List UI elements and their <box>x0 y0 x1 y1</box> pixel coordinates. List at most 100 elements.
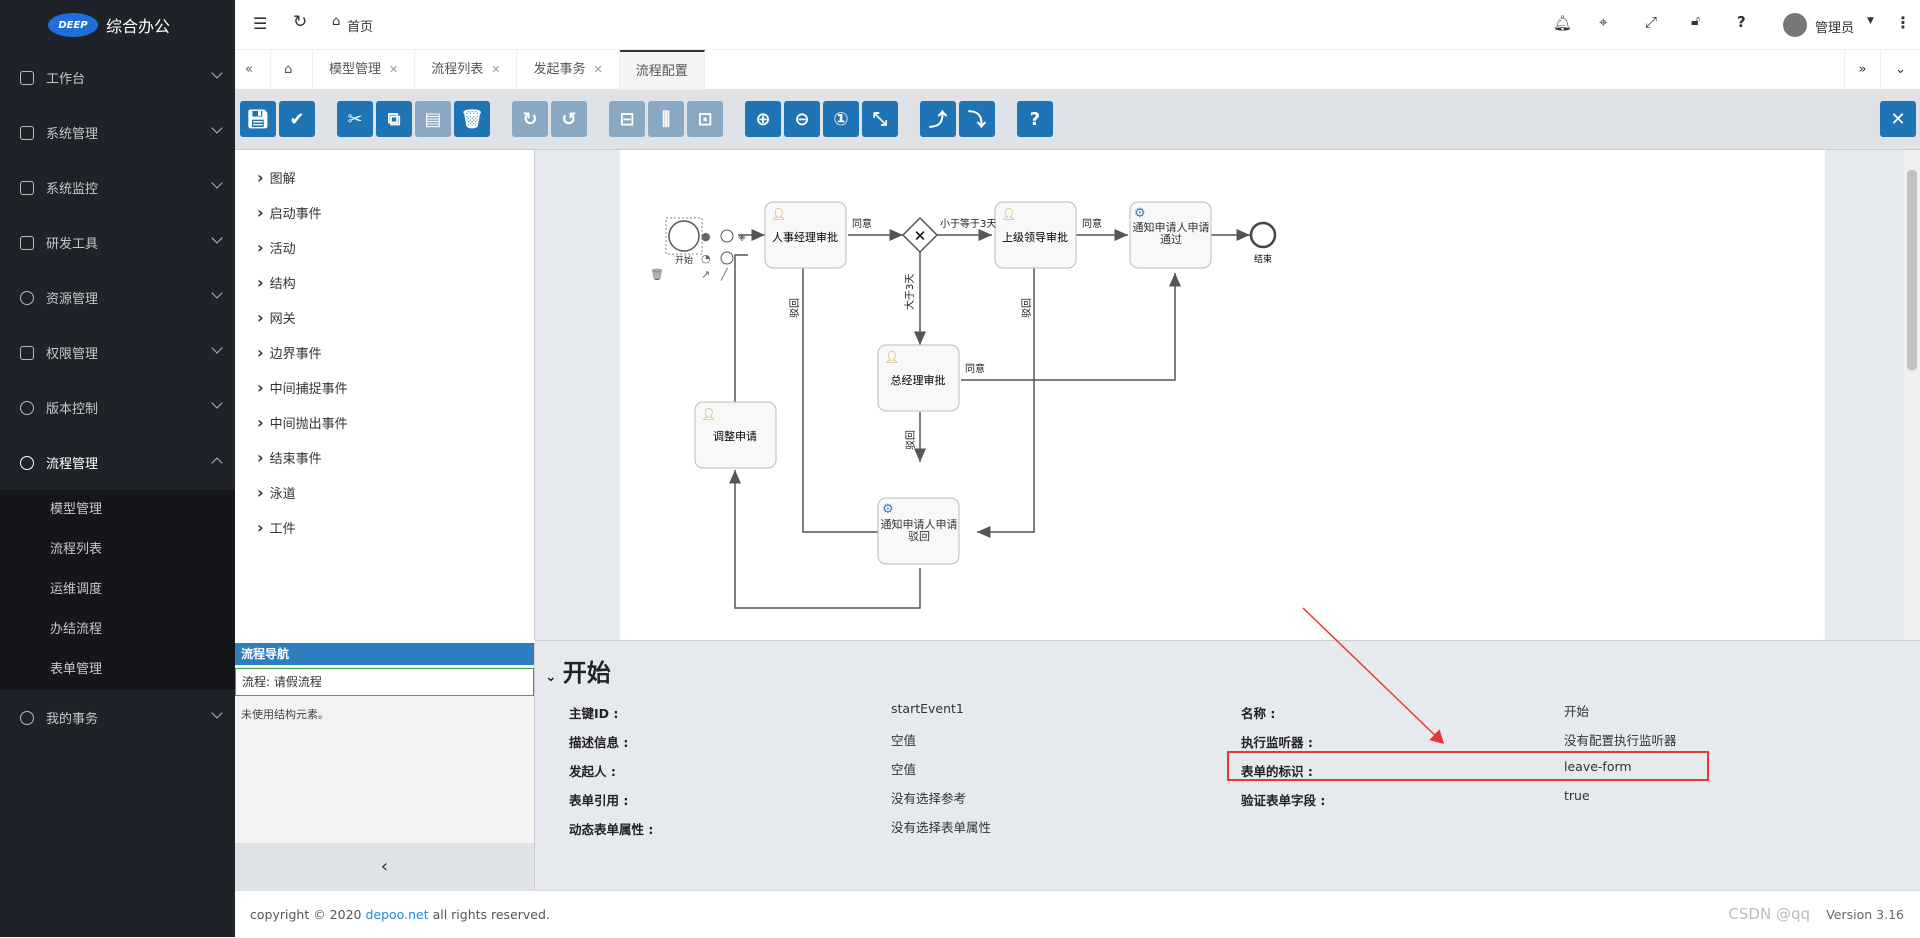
tab-start-task[interactable]: 发起事务 ✕ <box>517 50 620 90</box>
tab-dropdown-icon[interactable]: ⌄ <box>1880 50 1920 90</box>
paste-icon[interactable]: ▤ <box>415 101 451 137</box>
save-icon[interactable]: 💾︎ <box>240 101 276 137</box>
cut-icon[interactable]: ✂ <box>337 101 373 137</box>
diagram-canvas[interactable]: 开始 ● ◈ ◔ ↗ ╱ 🗑︎ 👤︎ 人事经理审批 ✕ 👤︎ 上级领导审批 ⚙ … <box>620 150 1825 640</box>
palette-group-end-events[interactable]: 结束事件 <box>235 440 534 475</box>
copy-icon[interactable]: ⧉ <box>376 101 412 137</box>
sidebar: DEEP 综合办公 工作台 系统管理 系统监控 研发工具 资源管理 权限管理 版… <box>0 0 235 937</box>
palette-group-boundary-events[interactable]: 边界事件 <box>235 335 534 370</box>
add-bendpoint-icon[interactable]: ⤴ <box>920 101 956 137</box>
navigator-info: 未使用结构元素。 <box>241 708 329 721</box>
palette-group-structural[interactable]: 结构 <box>235 265 534 300</box>
tab-scroll-left[interactable]: « <box>235 50 271 90</box>
task-hr-approval[interactable]: 👤︎ 人事经理审批 <box>764 201 847 269</box>
submenu-item-process-list[interactable]: 流程列表 <box>0 530 235 570</box>
sidebar-item-my-tasks[interactable]: 我的事务 <box>0 690 235 745</box>
zoom-actual-icon[interactable]: ① <box>823 101 859 137</box>
tab-process-config[interactable]: 流程配置 <box>619 50 705 90</box>
prop-value[interactable]: startEvent1 <box>891 701 964 716</box>
prop-value[interactable]: 没有选择参考 <box>891 788 966 807</box>
help-icon[interactable]: ? <box>1017 101 1053 137</box>
prop-value[interactable]: true <box>1564 788 1590 803</box>
help-icon[interactable]: ? <box>1737 13 1746 31</box>
navigator-selected-process[interactable]: 流程: 请假流程 <box>235 668 534 696</box>
prop-value[interactable]: 空值 <box>891 730 916 749</box>
submenu-item-ops[interactable]: 运维调度 <box>0 570 235 610</box>
scrollbar-thumb[interactable] <box>1907 170 1917 370</box>
refresh-icon[interactable]: ↻ <box>293 12 307 32</box>
redo-icon[interactable]: ↻ <box>512 101 548 137</box>
palette-group-throw-events[interactable]: 中间抛出事件 <box>235 405 534 440</box>
app-logo[interactable]: DEEP 综合办公 <box>0 0 235 50</box>
gateway-exclusive[interactable]: ✕ <box>901 216 939 254</box>
prop-value[interactable]: 开始 <box>1564 701 1589 720</box>
footer-link[interactable]: depoo.net <box>365 907 428 922</box>
submenu-item-forms[interactable]: 表单管理 <box>0 650 235 690</box>
palette-group-diagram[interactable]: 图解 <box>235 160 534 195</box>
prop-value[interactable]: 没有选择表单属性 <box>891 817 991 836</box>
delete-icon[interactable]: 🗑︎ <box>454 101 490 137</box>
bell-icon[interactable]: 🔔︎ <box>1553 14 1572 32</box>
prop-value[interactable]: 没有配置执行监听器 <box>1564 730 1677 749</box>
task-leader-approval[interactable]: 👤︎ 上级领导审批 <box>994 201 1077 269</box>
prop-value[interactable]: 空值 <box>891 759 916 778</box>
more-icon[interactable]: ⋮ <box>1895 13 1911 32</box>
palette-group-swimlanes[interactable]: 泳道 <box>235 475 534 510</box>
undo-icon[interactable]: ↺ <box>551 101 587 137</box>
collapse-panel-button[interactable]: ‹ <box>235 843 535 890</box>
tab-scroll-right[interactable]: » <box>1844 50 1880 90</box>
task-gm-approval[interactable]: 👤︎ 总经理审批 <box>877 344 960 412</box>
tab-model[interactable]: 模型管理 ✕ <box>313 50 416 90</box>
start-event[interactable] <box>668 220 700 252</box>
tab-process-list[interactable]: 流程列表 ✕ <box>415 50 518 90</box>
align-vertical-icon[interactable]: ⫼ <box>648 101 684 137</box>
canvas-scrollbar[interactable] <box>1904 150 1920 640</box>
end-event[interactable] <box>1249 221 1277 249</box>
close-editor-icon[interactable]: ✕ <box>1880 101 1916 137</box>
tag-icon[interactable]: ⌖ <box>1599 13 1607 31</box>
menu-toggle-icon[interactable]: ☰ <box>253 14 267 33</box>
same-size-icon[interactable]: ⊡ <box>687 101 723 137</box>
sidebar-item-resources[interactable]: 资源管理 <box>0 270 235 325</box>
home-icon <box>20 70 34 85</box>
service-task-notify-rejected[interactable]: ⚙ 通知申请人申请驳回 <box>877 497 960 565</box>
user-name[interactable]: 管理员 <box>1815 17 1854 36</box>
svg-text:╱: ╱ <box>720 267 729 281</box>
palette-group-gateways[interactable]: 网关 <box>235 300 534 335</box>
lock-icon[interactable]: 🔓︎ <box>1691 13 1700 29</box>
sidebar-item-version[interactable]: 版本控制 <box>0 380 235 435</box>
sidebar-item-workflow[interactable]: 流程管理 <box>0 435 235 490</box>
chevron-up-icon <box>211 457 223 469</box>
palette-group-start-events[interactable]: 启动事件 <box>235 195 534 230</box>
check-icon[interactable]: ✔ <box>279 101 315 137</box>
sidebar-item-monitor[interactable]: 系统监控 <box>0 160 235 215</box>
sidebar-item-devtools[interactable]: 研发工具 <box>0 215 235 270</box>
sidebar-item-system[interactable]: 系统管理 <box>0 105 235 160</box>
close-icon[interactable]: ✕ <box>593 63 602 76</box>
bpmn-diagram[interactable]: 开始 ● ◈ ◔ ↗ ╱🗑︎ 👤︎ 人事经理审批 ✕ 👤︎ 上级领导审批 ⚙ 通… <box>620 150 1825 640</box>
close-icon[interactable]: ✕ <box>389 63 398 76</box>
palette-group-artifacts[interactable]: 工件 <box>235 510 534 545</box>
zoom-fit-icon[interactable]: ⤡ <box>862 101 898 137</box>
zoom-out-icon[interactable]: ⊖ <box>784 101 820 137</box>
home-link[interactable]: 首页 <box>347 16 373 35</box>
tab-home[interactable]: ⌂ <box>271 50 313 90</box>
submenu-item-finished[interactable]: 办结流程 <box>0 610 235 650</box>
remove-bendpoint-icon[interactable]: ⤵ <box>959 101 995 137</box>
sidebar-item-label: 研发工具 <box>46 237 99 252</box>
chevron-down-icon[interactable]: ⌄ <box>545 669 557 685</box>
align-horizontal-icon[interactable]: ⊟ <box>609 101 645 137</box>
fullscreen-icon[interactable]: ⤢ <box>1645 13 1657 31</box>
task-adjust-request[interactable]: 👤︎ 调整申请 <box>694 401 777 469</box>
caret-down-icon[interactable]: ▼ <box>1867 16 1874 26</box>
service-task-notify-approved[interactable]: ⚙ 通知申请人申请通过 <box>1129 201 1212 269</box>
sidebar-item-permissions[interactable]: 权限管理 <box>0 325 235 380</box>
palette-group-catch-events[interactable]: 中间捕捉事件 <box>235 370 534 405</box>
palette-group-activities[interactable]: 活动 <box>235 230 534 265</box>
zoom-in-icon[interactable]: ⊕ <box>745 101 781 137</box>
close-icon[interactable]: ✕ <box>491 63 500 76</box>
sidebar-item-workbench[interactable]: 工作台 <box>0 50 235 105</box>
submenu-item-model[interactable]: 模型管理 <box>0 490 235 530</box>
home-icon[interactable]: ⌂ <box>332 14 340 29</box>
avatar[interactable] <box>1783 13 1807 37</box>
